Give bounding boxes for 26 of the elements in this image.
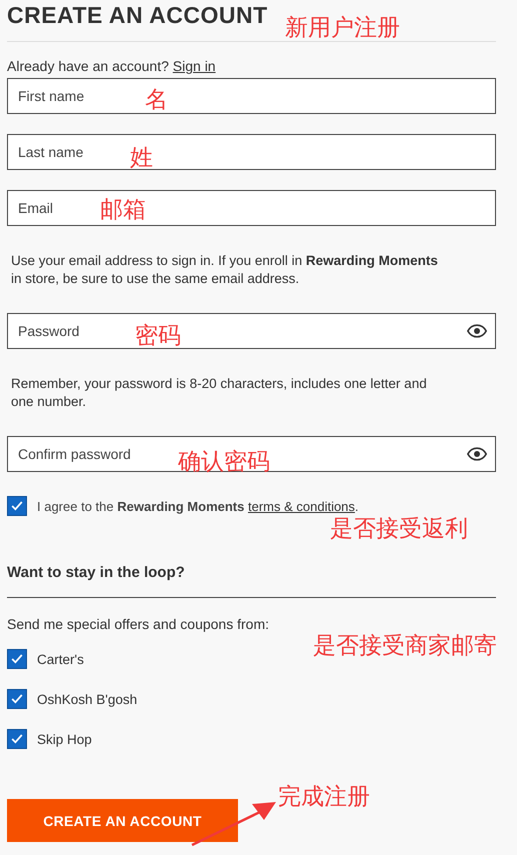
annotation-text: 密码 xyxy=(135,322,181,350)
checkbox[interactable] xyxy=(7,496,27,516)
annotation-text: 姓 xyxy=(130,144,153,172)
brand-label: Skip Hop xyxy=(37,732,92,746)
annotation-text: 名 xyxy=(145,86,168,114)
brand-label: Carter's xyxy=(37,652,84,666)
checkbox[interactable] xyxy=(7,729,27,749)
terms-link[interactable]: terms & conditions xyxy=(248,498,355,514)
password-note: Remember, your password is 8-20 characters, includes one letter and one number. xyxy=(11,375,428,411)
eye-icon[interactable] xyxy=(467,324,487,338)
page-title: CREATE AN ACCOUNT xyxy=(7,1,268,28)
annotation-text: 是否接受商家邮寄 xyxy=(313,632,498,661)
section-heading: Want to stay in the loop? xyxy=(7,564,186,581)
eye-icon[interactable] xyxy=(467,447,487,461)
brand-label: OshKosh B'gosh xyxy=(37,692,138,706)
annotation-text: 邮箱 xyxy=(100,196,146,224)
annotation-text: 完成注册 xyxy=(278,783,370,811)
annotation-text: 新用户注册 xyxy=(285,14,400,42)
email-note: Use your email address to sign in. If you enroll in Rewarding Moments in store, be sure to use the same email address. xyxy=(11,252,439,288)
offers-prompt: Send me special offers and coupons from: xyxy=(7,615,270,633)
checkbox[interactable] xyxy=(7,689,27,709)
annotation-text: 是否接受返利 xyxy=(330,515,468,543)
agree-label: I agree to the Rewarding Moments terms & conditions. xyxy=(37,498,359,514)
checkbox[interactable] xyxy=(7,649,27,669)
sign-in-prompt: Already have an account? Sign in xyxy=(7,57,217,75)
sign-in-link[interactable]: Sign in xyxy=(172,58,216,74)
